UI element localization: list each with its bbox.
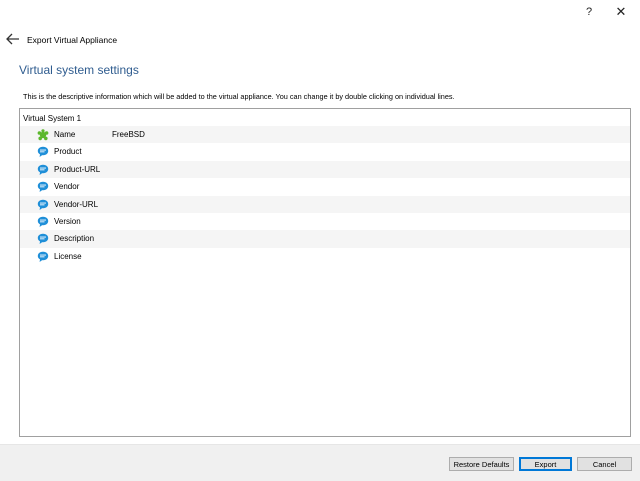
tree-row-label: Vendor [54,182,80,192]
back-arrow-icon[interactable] [6,33,20,45]
tree-row-label: Product-URL [54,164,101,174]
tree-row-label: Name [54,130,76,139]
tree-row-label: License [54,251,82,261]
tree-row-label: Vendor-URL [54,199,99,209]
tree-row-value[interactable]: FreeBSD [112,130,145,139]
name-icon [37,129,49,141]
button-bar: Restore Defaults Export Cancel [0,444,640,481]
help-button[interactable]: ? [574,3,604,21]
close-icon: ✕ [615,4,627,19]
tree-row[interactable]: Product-URL [20,160,630,179]
cancel-button[interactable]: Cancel [577,457,632,471]
tree-root-label[interactable]: Virtual System 1 [23,114,81,123]
page-title: Virtual system settings [19,63,139,77]
description-icon [37,251,49,262]
settings-tree[interactable]: Virtual System 1 Name FreeBSD Product Produ… [19,108,631,437]
help-icon: ? [585,6,593,18]
tree-row[interactable]: Description [20,230,630,248]
tree-row-label: Description [54,234,95,244]
description-icon [37,234,49,245]
description-icon [37,181,49,193]
tree-row[interactable]: Product [20,143,630,160]
tree-row[interactable]: Vendor [20,178,630,195]
tree-row-label: Version [54,216,81,226]
restore-defaults-button[interactable]: Restore Defaults [449,457,514,471]
close-button[interactable]: ✕ [606,3,636,21]
description-icon [37,147,49,158]
description-icon [37,199,49,210]
tree-row[interactable]: Name FreeBSD [20,126,630,144]
description-icon [37,164,49,175]
tree-row-label: Product [54,147,82,157]
tree-row[interactable]: Version [20,213,630,230]
description-icon [37,216,49,227]
tree-row[interactable]: License [20,248,630,265]
export-button[interactable]: Export [519,457,572,471]
wizard-title: Export Virtual Appliance [27,35,118,45]
page-description: This is the descriptive information whic… [23,92,455,101]
title-bar: ? ✕ [0,0,640,24]
tree-row[interactable]: Vendor-URL [20,195,630,213]
